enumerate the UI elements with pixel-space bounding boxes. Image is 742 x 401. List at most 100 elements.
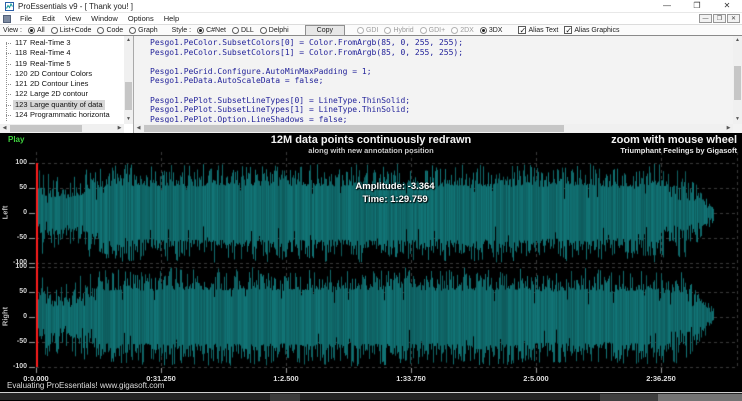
scroll-down-icon[interactable]: ▼ [124,115,133,124]
tree-item-content: 123Large quantity of data [13,100,105,110]
tree-item-number: 122 [15,89,30,99]
checkbox-alias-text[interactable]: ✓Alias Text [518,26,558,34]
style-label: Style : [172,27,191,34]
menu-edit[interactable]: Edit [37,13,60,24]
code-listing: Pesgo1.PeColor.SubsetColors[0] = Color.F… [150,38,731,123]
app-icon [5,2,14,11]
menu-bar: FileEditViewWindowOptionsHelp — ❐ ✕ [0,13,742,24]
tree-item-121[interactable]: 1212D Contour Lines [0,79,124,89]
example-list-panel: 117Real-Time 3118Real-Time 4119Real-Time… [0,36,134,133]
code-line-5 [150,86,731,96]
tree-vscroll-thumb[interactable] [125,82,132,110]
window-title: ProEssentials v9 - [ Thank you! ] [18,2,133,11]
code-horizontal-scrollbar[interactable]: ◀ ▶ [134,124,733,133]
view-radio-label: All [37,27,45,34]
application-window: ProEssentials v9 - [ Thank you! ] — ❐ ✕ … [0,0,742,400]
render-radio-3dx[interactable]: 3DX [480,27,503,34]
annotation-amplitude: Amplitude: -3.364 [295,180,495,193]
tree-item-number: 117 [15,38,30,48]
menu-options[interactable]: Options [123,13,159,24]
tree-item-number: 118 [15,48,30,58]
code-line-1: Pesgo1.PeColor.SubsetColors[1] = Color.F… [150,48,731,58]
waveform-plot[interactable] [0,133,742,392]
tree-item-number: 119 [15,59,30,69]
close-icon[interactable]: ✕ [712,0,742,13]
minimize-icon[interactable]: — [652,0,682,13]
view-radio-all[interactable]: All [28,27,45,34]
scroll-right-icon[interactable]: ▶ [724,124,733,133]
y-tick-label: 50 [0,184,27,191]
view-radio-group: All List+Code Code Graph [22,27,158,34]
y-tick-label: 100 [0,263,27,270]
view-radio-label: Code [106,27,123,34]
tree-item-124[interactable]: 124Programmatic horizonta [0,110,124,120]
mdi-close-icon[interactable]: ✕ [727,14,740,23]
tree-item-118[interactable]: 118Real-Time 4 [0,48,124,58]
tree-item-123[interactable]: 123Large quantity of data [0,100,124,110]
copy-button[interactable]: Copy [305,25,345,36]
radio-icon [357,27,364,34]
x-tick-label: 1:33.750 [376,374,446,383]
tree-item-119[interactable]: 119Real-Time 5 [0,59,124,69]
render-radio-label: Hybrid [393,27,413,34]
style-radio-group: C#Net DLL Delphi [191,27,289,34]
restore-icon[interactable]: ❐ [682,0,712,13]
scroll-right-icon[interactable]: ▶ [115,124,124,133]
scroll-left-icon[interactable]: ◀ [134,124,143,133]
render-radio-gdi: GDI [357,27,378,34]
scroll-left-icon[interactable]: ◀ [0,124,9,133]
checkbox-label: Alias Text [528,27,558,34]
y-tick-label: 100 [0,159,27,166]
tree-item-label: 2D Contour Colors [30,69,92,78]
radio-icon [28,27,35,34]
window-controls: — ❐ ✕ [652,0,742,13]
menu-view[interactable]: View [60,13,86,24]
tree-item-122[interactable]: 122Large 2D contour [0,89,124,99]
tree-item-label: 2D Contour Lines [30,79,88,88]
checkbox-label: Alias Graphics [574,27,619,34]
menu-help[interactable]: Help [159,13,184,24]
render-radio-label: GDI+ [429,27,446,34]
menu-file[interactable]: File [15,13,37,24]
code-vscroll-thumb[interactable] [734,66,741,100]
style-radio-cnet[interactable]: C#Net [197,27,226,34]
mdi-restore-icon[interactable]: ❐ [713,14,726,23]
mdi-minimize-icon[interactable]: — [699,14,712,23]
checkbox-alias-graphics[interactable]: ✓Alias Graphics [564,26,619,34]
x-tick-label: 2:5.000 [501,374,571,383]
view-radio-code[interactable]: Code [97,27,123,34]
tree-horizontal-scrollbar[interactable]: ◀ ▶ [0,124,124,133]
code-hscroll-thumb[interactable] [144,125,564,132]
alias-checkbox-group: ✓Alias Text✓Alias Graphics [512,26,619,34]
style-radio-label: DLL [241,27,254,34]
status-bar-text: Evaluating ProEssentials! www.gigasoft.c… [7,381,164,390]
y-tick-label: -50 [0,234,27,241]
render-radio-group: GDIHybridGDI+2DX3DX [351,27,502,34]
code-line-4: Pesgo1.PeData.AutoScaleData = false; [150,76,731,86]
tree-item-content: 119Real-Time 5 [13,59,73,69]
style-radio-delphi[interactable]: Delphi [260,27,289,34]
tree-item-content: 122Large 2D contour [13,89,90,99]
view-radio-graph[interactable]: Graph [129,27,157,34]
tree-item-117[interactable]: 117Real-Time 3 [0,38,124,48]
render-radio-hybrid: Hybrid [384,27,413,34]
tree-item-number: 121 [15,79,30,89]
chart-right-title: zoom with mouse wheel [611,134,737,146]
view-radio-listcode[interactable]: List+Code [51,27,92,34]
checkbox-icon: ✓ [518,26,526,34]
tree-hscroll-thumb[interactable] [10,125,82,132]
tree-item-120[interactable]: 1202D Contour Colors [0,69,124,79]
tree-item-content: 117Real-Time 3 [13,38,73,48]
scroll-up-icon[interactable]: ▲ [733,36,742,45]
code-panel[interactable]: Pesgo1.PeColor.SubsetColors[0] = Color.F… [134,36,742,133]
y-tick-label: -100 [0,363,27,370]
tree-item-label: Real-Time 5 [30,59,71,68]
scroll-up-icon[interactable]: ▲ [124,36,133,45]
menu-window[interactable]: Window [86,13,123,24]
code-vertical-scrollbar[interactable]: ▲ ▼ [733,36,742,124]
tree-vertical-scrollbar[interactable]: ▲ ▼ [124,36,133,124]
code-line-8: Pesgo1.PePlot.Option.LineShadows = false… [150,115,731,123]
waveform-graph-area: Play 12M data points continuously redraw… [0,133,742,392]
scroll-down-icon[interactable]: ▼ [733,115,742,124]
style-radio-dll[interactable]: DLL [232,27,254,34]
